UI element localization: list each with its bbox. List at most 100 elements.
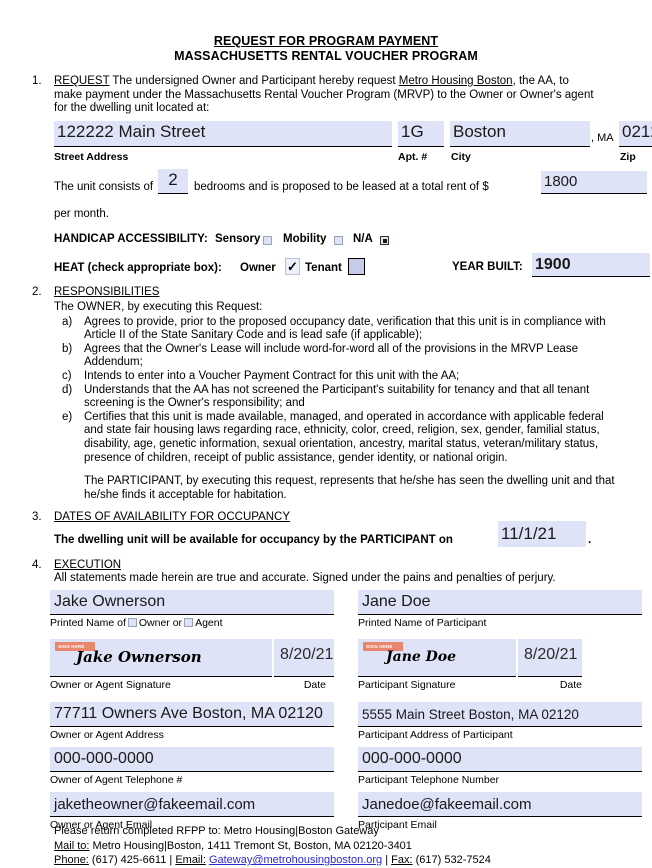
section-1-heading: REQUEST — [54, 75, 110, 87]
section-responsibilities: 2. RESPONSIBILITIES The OWNER, by execut… — [28, 286, 624, 502]
participant-date-field[interactable]: 8/20/21 — [518, 639, 582, 678]
street-address-label: Street Address — [54, 150, 129, 163]
availability-row: The dwelling unit will be available for … — [54, 520, 624, 555]
city-label: City — [451, 150, 471, 163]
footer-phone-label: Phone: — [54, 854, 89, 867]
owner-address-value: 77711 Owners Ave Boston, MA 02120 — [54, 705, 323, 723]
address-row: 122222 Main Street 1G Boston , MA 02120 — [54, 120, 652, 151]
participant-signature-date: 8/20/21 — [524, 646, 578, 664]
list-item: e) Certifies that this unit is made avai… — [54, 411, 624, 465]
handicap-mobility-label: Mobility — [283, 233, 327, 246]
handicap-na-checkbox[interactable] — [380, 236, 389, 246]
state-label: , MA — [591, 131, 614, 144]
owner-printed-name-field[interactable]: Jake Ownerson — [50, 590, 334, 616]
apt-number-input[interactable]: 1G — [398, 120, 444, 147]
list-item: a) Agrees to provide, prior to the propo… — [54, 316, 624, 343]
heat-owner-checkbox[interactable]: ✓ — [285, 258, 300, 276]
list-marker: d) — [62, 383, 73, 396]
participant-signature-row: SIGN HERE Jane Doe 8/20/21 — [358, 639, 642, 678]
participant-date-label: Date — [559, 679, 582, 692]
handicap-sensory-label: Sensory — [215, 233, 261, 246]
owner-signature-row: SIGN HERE Jake Ownerson 8/20/21 — [50, 639, 334, 678]
participant-phone-field[interactable]: 000-000-0000 — [358, 747, 642, 773]
signature-grid: Jake Ownerson Printed Name of Owner or Age… — [50, 590, 650, 831]
owner-email-field[interactable]: jaketheowner@fakeemail.com — [50, 792, 334, 818]
participant-printed-name-value: Jane Doe — [362, 593, 431, 611]
apt-number-label: Apt. # — [398, 150, 428, 163]
owner-printed-name-value: Jake Ownerson — [54, 593, 166, 611]
owner-address-field[interactable]: 77711 Owners Ave Boston, MA 02120 — [50, 702, 334, 728]
participant-signature-caption: Participant Signature Date — [358, 677, 642, 696]
section-1-text-b: , the AA, to — [512, 75, 569, 87]
handicap-na-label: N/A — [353, 233, 373, 246]
participant-phone-value: 000-000-0000 — [362, 750, 462, 768]
bedrooms-input[interactable]: 2 — [158, 168, 188, 194]
participant-email-field[interactable]: Janedoe@fakeemail.com — [358, 792, 642, 818]
section-2-lead: The OWNER, by executing this Request: — [54, 300, 263, 313]
agent-checkbox[interactable] — [184, 618, 194, 628]
owner-printed-name-caption: Printed Name of Owner or Agent — [50, 615, 334, 634]
owner-date-field[interactable]: 8/20/21 — [274, 639, 334, 678]
section-4-number: 4. — [32, 558, 42, 571]
availability-date-input[interactable]: 11/1/21 — [498, 520, 586, 547]
handicap-label: HANDICAP ACCESSIBILITY: — [54, 233, 208, 246]
list-marker: e) — [62, 410, 73, 423]
page-title: REQUEST FOR PROGRAM PAYMENT MASSACHUSETT… — [28, 34, 624, 64]
section-4-heading: EXECUTION — [54, 558, 122, 571]
street-address-input[interactable]: 122222 Main Street — [54, 120, 392, 147]
owner-signature-script: Jake Ownerson — [76, 648, 202, 667]
list-item: c) Intends to enter into a Voucher Payme… — [54, 370, 624, 384]
section-1-intro: REQUEST The undersigned Owner and Partic… — [54, 75, 624, 89]
owner-email-caption: Owner or Agent Email — [50, 819, 153, 832]
participant-printed-name-field[interactable]: Jane Doe — [358, 590, 642, 616]
footer-mail-label: Mail to: — [54, 839, 90, 852]
heat-owner-label: Owner — [240, 262, 276, 275]
list-item: b) Agrees that the Owner's Lease will in… — [54, 343, 624, 370]
owner-printed-name-label-c: Agent — [195, 617, 223, 630]
per-month-label: per month. — [54, 207, 109, 220]
list-item-text: Understands that the AA has not screened… — [84, 383, 590, 410]
owner-phone-field[interactable]: 000-000-0000 — [50, 747, 334, 773]
year-built-input[interactable]: 1900 — [532, 253, 650, 278]
participant-signature-label: Participant Signature — [358, 679, 456, 692]
owner-date-label: Date — [303, 679, 326, 692]
footer-mail-line: Mail to: Metro Housing|Boston, 1411 Trem… — [54, 839, 624, 854]
heat-tenant-checkbox[interactable] — [348, 258, 365, 276]
city-input[interactable]: Boston — [450, 120, 590, 147]
heat-row: HEAT (check appropriate box): Owner ✓ Te… — [54, 253, 650, 279]
zip-input[interactable]: 02120 — [619, 120, 652, 147]
rent-amount-input[interactable]: 1800 — [541, 170, 647, 194]
footer-email-link[interactable]: Gateway@metrohousingboston.org — [209, 854, 382, 866]
unit-text-before: The unit consists of — [54, 180, 154, 193]
participant-address-field[interactable]: 5555 Main Street Boston, MA 02120 — [358, 702, 642, 728]
participant-signature-script: Jane Doe — [386, 649, 457, 666]
owner-checkbox[interactable] — [127, 618, 137, 628]
footer-phone-line: Phone: (617) 425-6611 | Email: Gateway@m… — [54, 853, 624, 868]
footer-phone-value: (617) 425-6611 | — [88, 854, 176, 867]
address-labels: Street Address Apt. # City Zip — [54, 150, 636, 165]
participant-signature-field[interactable]: SIGN HERE Jane Doe — [358, 639, 516, 678]
footer-email-label: Email: — [175, 854, 206, 867]
unit-text-middle: bedrooms and is proposed to be leased at… — [194, 180, 489, 193]
section-dates-availability: 3. DATES OF AVAILABILITY FOR OCCUPANCY T… — [28, 511, 624, 555]
form-page: REQUEST FOR PROGRAM PAYMENT MASSACHUSETT… — [0, 0, 652, 866]
title-line-2: MASSACHUSETTS RENTAL VOUCHER PROGRAM — [174, 49, 478, 63]
owner-phone-caption: Owner of Agent Telephone # — [50, 774, 183, 787]
footer-mail-value: Metro Housing|Boston, 1411 Tremont St, B… — [89, 839, 412, 852]
handicap-accessibility-row: HANDICAP ACCESSIBILITY: Sensory Mobility… — [54, 230, 624, 250]
footer-fax-value: (617) 532-7524 — [412, 854, 491, 867]
list-item-text: Certifies that this unit is made availab… — [84, 410, 604, 464]
owner-signature-date: 8/20/21 — [280, 646, 334, 664]
section-1-number: 1. — [32, 75, 42, 87]
list-item-text: Intends to enter into a Voucher Payment … — [84, 369, 460, 382]
list-item: d) Understands that the AA has not scree… — [54, 384, 624, 411]
participant-column: Jane Doe Printed Name of Participant SIG… — [358, 590, 642, 836]
handicap-mobility-checkbox[interactable] — [334, 236, 343, 246]
participant-email-caption: Participant Email — [358, 819, 437, 832]
footer-sep: | — [382, 854, 392, 867]
owner-signature-field[interactable]: SIGN HERE Jake Ownerson — [50, 639, 272, 678]
handicap-sensory-checkbox[interactable] — [263, 236, 272, 246]
owner-column: Jake Ownerson Printed Name of Owner or Age… — [50, 590, 334, 836]
owner-signature-caption: Owner or Agent Signature Date — [50, 677, 334, 696]
participant-address-caption: Participant Address of Participant — [358, 729, 513, 742]
